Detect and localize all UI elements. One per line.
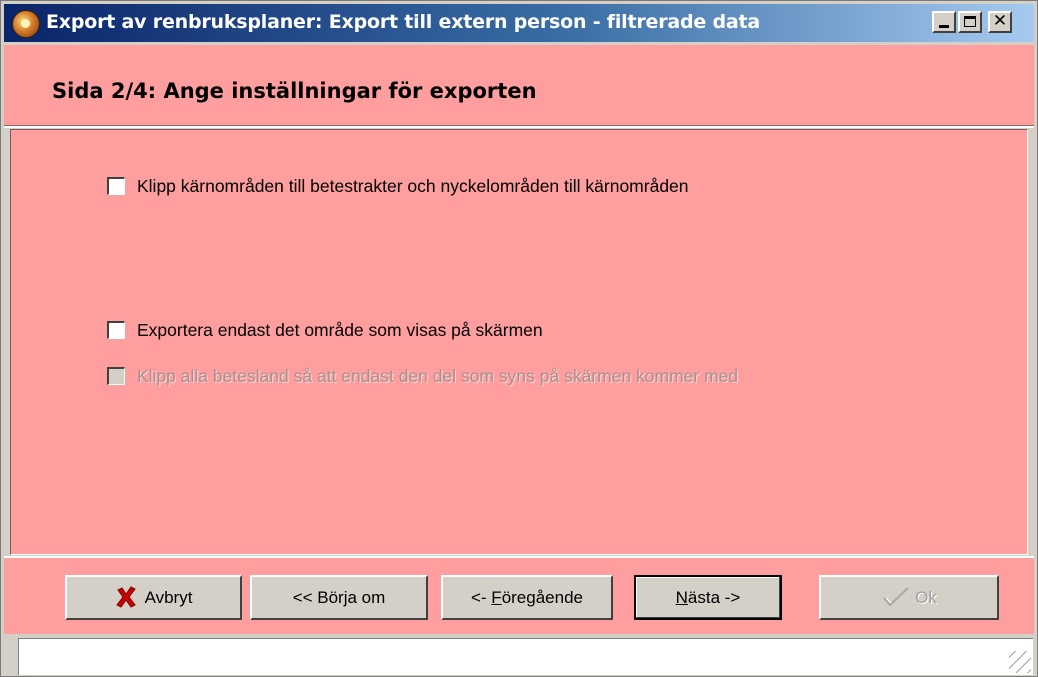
minimize-button[interactable] [932,11,956,33]
minimize-icon [939,25,949,28]
next-label-rest: ästa -> [687,588,741,607]
previous-label-rest: öregående [501,588,583,607]
previous-label-prefix: <- [470,588,492,607]
title-bar[interactable]: Export av renbruksplaner: Export till ex… [4,4,1034,42]
restart-button[interactable]: << Börja om [250,575,428,620]
close-icon: ✕ [992,11,1008,31]
cancel-label: Avbryt [144,588,193,607]
maximize-button[interactable] [958,11,982,33]
clip-core-areas-checkbox[interactable] [107,177,125,195]
cancel-button[interactable]: Avbryt [65,575,242,620]
clip-core-areas-label[interactable]: Klipp kärnområden till betestrakter och … [137,176,689,197]
header-divider [4,126,1034,128]
ok-label: Ok [915,588,937,607]
ok-button: Ok [819,575,999,620]
previous-button[interactable]: <- Föregående [441,575,613,620]
resize-grip-icon[interactable] [1009,651,1031,673]
export-visible-area-checkbox[interactable] [107,321,125,339]
wizard-header: Sida 2/4: Ange inställningar för exporte… [4,45,1034,126]
clip-grazing-land-checkbox [107,367,125,385]
previous-mnemonic: F [491,588,502,607]
checkmark-icon [883,586,909,606]
status-bar [18,638,1033,675]
reindeer-app-icon[interactable] [12,10,40,38]
close-button[interactable]: ✕ [988,11,1012,33]
next-button[interactable]: Nästa -> [634,575,782,620]
clip-grazing-land-label: Klipp alla betesland så att endast den d… [137,366,739,386]
next-mnemonic: N [675,588,688,607]
button-bar: Avbryt << Börja om <- Föregående Nästa -… [4,556,1034,634]
export-visible-area-label[interactable]: Exportera endast det område som visas på… [137,320,543,341]
export-wizard-window: Export av renbruksplaner: Export till ex… [0,0,1038,677]
window-title: Export av renbruksplaner: Export till ex… [46,11,761,33]
red-x-icon [115,585,136,608]
restart-label: << Börja om [292,588,386,607]
page-title: Sida 2/4: Ange inställningar för exporte… [52,79,537,103]
options-panel: Klipp kärnområden till betestrakter och … [10,129,1028,555]
maximize-icon [964,16,976,27]
